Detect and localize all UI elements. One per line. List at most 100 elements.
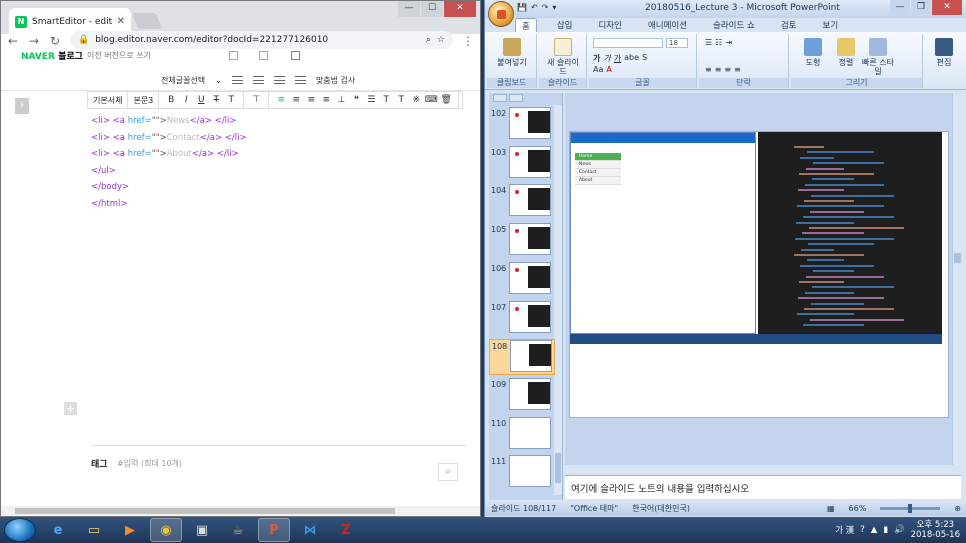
slide-thumbnail[interactable]: 111 [489,455,555,491]
monitor-icon[interactable] [291,51,300,60]
chevron-down-icon[interactable]: ▾ [552,3,556,12]
align-justify-icon[interactable]: ≡ [319,95,333,105]
redo-icon[interactable]: ↷ [542,3,549,12]
text-color-icon[interactable]: T [224,95,238,105]
ribbon-tab[interactable]: 디자인 [592,18,627,32]
align-right-icon[interactable]: ≡ [304,95,318,105]
align-left-icon[interactable]: ≡ [274,95,288,105]
edit-button[interactable]: 편집 [929,38,959,67]
slides-tab[interactable] [493,94,507,102]
slide-thumbnail[interactable]: 103 [489,145,555,182]
horizontal-scrollbar[interactable] [1,506,480,516]
chevron-down-icon[interactable]: ⌄ [215,76,222,85]
strikethrough-icon[interactable]: T [209,95,223,105]
align-center-icon[interactable]: ≡ [289,95,303,105]
new-tab-button[interactable] [132,13,162,29]
close-button[interactable]: ✕ [932,0,962,15]
tab-close-icon[interactable]: ✕ [117,16,125,27]
undo-icon[interactable]: ↶ [531,3,538,12]
java-icon[interactable]: ☕ [222,518,254,542]
normal-view-icon[interactable]: ▦ [827,504,835,513]
vscode-icon[interactable]: ⋈ [294,518,326,542]
search-icon[interactable]: ⌕ [426,35,431,45]
outline-tab[interactable] [509,94,523,102]
strikethrough-icon[interactable]: abe [624,53,639,64]
editor-content[interactable]: <li> <a href="">News</a> </li> <li> <a hr… [91,113,247,213]
align-justify-icon[interactable]: ≡ [734,65,741,74]
align-justify-icon[interactable] [294,76,306,84]
slide-thumbnail[interactable]: 106 [489,261,555,298]
char-spacing-icon[interactable]: Aa [593,65,603,74]
ie-icon[interactable]: e [42,518,74,542]
arrange-button[interactable]: 정렬 [831,38,861,67]
ribbon-tab[interactable]: 검토 [775,18,803,32]
naver-blog-logo[interactable]: NAVER 블로그 [21,49,83,62]
minimize-button[interactable]: — [890,0,910,15]
chrome-icon[interactable]: ◉ [150,518,182,542]
slide-thumbnail[interactable]: 104 [489,184,555,220]
align-right-icon[interactable]: ≡ [724,65,731,74]
new-slide-button[interactable]: 새 슬라이드 [545,38,581,76]
align-center-icon[interactable]: ≡ [715,65,722,74]
thumbnail-scrollbar[interactable] [554,105,562,495]
close-button[interactable]: ✕ [444,1,476,17]
zoom-slider[interactable] [880,503,941,513]
sidebar-expand-icon[interactable]: › [15,98,29,114]
scrollbar-thumb[interactable] [954,253,961,263]
align-left-icon[interactable]: ≡ [705,65,712,74]
menu-kebab-icon[interactable]: ⋮ [462,34,474,48]
bold-icon[interactable]: B [164,95,178,105]
language[interactable]: 한국어(대한민국) [632,503,690,514]
maximize-button[interactable]: ☐ [421,1,443,17]
back-arrow-icon[interactable]: ← [7,34,19,48]
image-search-icon[interactable]: ⌕ [438,463,458,481]
slide-thumbnail[interactable]: 107 [489,300,555,337]
italic-icon[interactable]: 가 [603,53,610,64]
font-name-select[interactable] [593,38,663,48]
ribbon-tab[interactable]: 애니메이션 [642,18,693,32]
trash-icon[interactable]: 🗑 [439,95,453,105]
bullet-list-icon[interactable]: ☰ [705,38,712,47]
network-icon[interactable]: ▮ [883,525,888,535]
maximize-button[interactable]: ❐ [911,0,931,15]
office-button-icon[interactable] [488,1,514,27]
font-size-select[interactable]: 본문3 [128,92,160,108]
shapes-button[interactable]: 도형 [795,38,831,67]
save-icon[interactable] [259,51,268,60]
powerpoint-icon[interactable]: P [258,518,290,542]
align-left-icon[interactable] [231,76,243,84]
align-right-icon[interactable] [273,76,285,84]
paste-button[interactable]: 붙여넣기 [495,38,529,67]
slide-thumbnail[interactable]: 110 [489,416,555,453]
text-bg-icon[interactable]: ⊤ [249,95,263,105]
save-icon[interactable]: 💾 [517,3,527,12]
ribbon-tab[interactable]: 홈 [515,18,537,32]
help-icon[interactable]: ? [860,525,865,535]
special-char-icon[interactable]: ※ [409,95,423,105]
font-size-select[interactable]: 18 [666,38,688,48]
reload-icon[interactable]: ↻ [49,34,61,48]
align-center-icon[interactable] [252,76,264,84]
volume-icon[interactable]: 🔊 [894,525,905,535]
slide-thumbnail[interactable]: 102 [489,107,555,143]
fit-window-icon[interactable]: ⊕ [954,504,961,513]
spellcheck-button[interactable]: 맞춤법 검사 [316,75,355,86]
subscript-icon[interactable]: T [394,95,408,105]
ribbon-tab[interactable]: 삽입 [551,18,579,32]
underline-icon[interactable]: U [194,95,208,105]
underline-icon[interactable]: 가 [614,53,621,64]
font-select[interactable]: 전체글꼴선택 [161,75,205,86]
quick-styles-button[interactable]: 빠른 스타일 [861,38,895,76]
indent-icon[interactable]: ⇥ [725,38,732,47]
shadow-icon[interactable]: S [642,53,647,64]
list-icon[interactable]: ☰ [364,95,378,105]
quote-icon[interactable]: ❝ [349,95,363,105]
address-bar[interactable]: 🔒 blog.editor.naver.com/editor?docId=221… [70,31,453,49]
forward-arrow-icon[interactable]: → [28,34,40,48]
slide-vertical-scrollbar[interactable] [952,93,961,465]
italic-icon[interactable]: I [179,95,193,105]
explorer-icon[interactable]: ▭ [78,518,110,542]
scrollbar-thumb[interactable] [555,453,561,483]
slide-thumbnail[interactable]: 109 [489,377,555,414]
add-component-button[interactable]: + [64,402,77,415]
